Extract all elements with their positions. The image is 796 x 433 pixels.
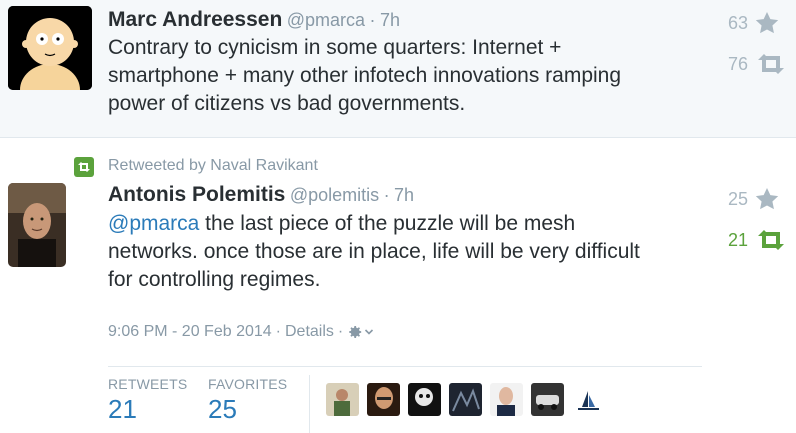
favoriter-avatar[interactable] <box>449 383 482 416</box>
retweet-count: 21 <box>728 229 749 250</box>
favorite-stat[interactable]: 25 <box>728 186 780 212</box>
tweet-header: Marc Andreessen @pmarca · 7h <box>108 8 400 32</box>
gear-icon <box>349 326 362 338</box>
retweets-label: RETWEETS <box>108 376 188 392</box>
retweet-icon[interactable] <box>754 228 788 252</box>
tweet-text-line: Contrary to cynicism in some quarters: I… <box>108 36 562 59</box>
favorite-count: 25 <box>728 188 749 209</box>
separator: · <box>383 185 390 205</box>
star-icon[interactable] <box>754 186 780 212</box>
mention-link[interactable]: @pmarca <box>108 212 199 235</box>
tweet-time[interactable]: 7h <box>380 10 400 30</box>
retweets-count: 21 <box>108 394 137 424</box>
retweet-stat[interactable]: 21 <box>728 228 788 252</box>
tweet-text: @pmarca the last piece of the puzzle wil… <box>108 210 640 294</box>
favoriter-avatar[interactable] <box>326 383 359 416</box>
tweet-text: Contrary to cynicism in some quarters: I… <box>108 34 621 118</box>
separator: · <box>275 323 281 340</box>
favorite-count: 63 <box>728 12 749 33</box>
avatar-marc[interactable] <box>8 6 92 90</box>
tweet-timestamp[interactable]: 9:06 PM - 20 Feb 2014 <box>108 323 272 341</box>
tweet-text-line: networks. once those are in place, life … <box>108 240 640 263</box>
favoriters-avatars <box>326 383 605 416</box>
favorites-count-block[interactable]: FAVORITES 25 <box>208 376 287 425</box>
author-handle[interactable]: @polemitis <box>290 185 379 205</box>
tweet-meta: 9:06 PM - 20 Feb 2014 · Details · <box>108 323 374 341</box>
author-handle[interactable]: @pmarca <box>287 10 365 30</box>
separator: · <box>337 323 344 340</box>
favoriter-avatar[interactable] <box>572 383 605 416</box>
retweeted-by-label[interactable]: Retweeted by Naval Ravikant <box>108 157 318 175</box>
tweet-text-line: smartphone + many other infotech innovat… <box>108 64 622 87</box>
tweet-header: Antonis Polemitis @polemitis · 7h <box>108 183 414 207</box>
retweet-icon[interactable] <box>754 52 788 76</box>
star-icon[interactable] <box>754 10 780 36</box>
favorites-count: 25 <box>208 394 237 424</box>
avatar-antonis[interactable] <box>8 183 66 267</box>
separator: · <box>369 10 376 30</box>
tweet-stats-row: RETWEETS 21 FAVORITES 25 <box>108 366 702 433</box>
favoriter-avatar[interactable] <box>367 383 400 416</box>
more-options-button[interactable] <box>347 324 374 340</box>
favoriter-avatar[interactable] <box>490 383 523 416</box>
retweets-count-block[interactable]: RETWEETS 21 <box>108 376 187 425</box>
details-link[interactable]: Details <box>285 323 334 341</box>
tweet-text-fragment: the last piece of the puzzle will be mes… <box>199 212 576 235</box>
tweet-marc[interactable]: Marc Andreessen @pmarca · 7h Contrary to… <box>0 0 796 138</box>
favorite-stat[interactable]: 63 <box>728 10 780 36</box>
tweet-text-line: power of citizens vs bad governments. <box>108 92 466 115</box>
favorites-label: FAVORITES <box>208 376 288 392</box>
tweet-text-line: for controlling regimes. <box>108 268 321 291</box>
retweet-count: 76 <box>728 53 749 74</box>
retweeted-badge-icon <box>74 157 94 177</box>
tweet-time[interactable]: 7h <box>394 185 414 205</box>
favoriter-avatar[interactable] <box>531 383 564 416</box>
favoriter-avatar[interactable] <box>408 383 441 416</box>
author-name[interactable]: Antonis Polemitis <box>108 183 285 206</box>
author-name[interactable]: Marc Andreessen <box>108 8 282 31</box>
retweet-stat[interactable]: 76 <box>728 52 788 76</box>
tweet-text-line: @pmarca the last piece of the puzzle wil… <box>108 210 640 238</box>
chevron-down-icon <box>365 329 374 335</box>
divider <box>309 375 310 433</box>
